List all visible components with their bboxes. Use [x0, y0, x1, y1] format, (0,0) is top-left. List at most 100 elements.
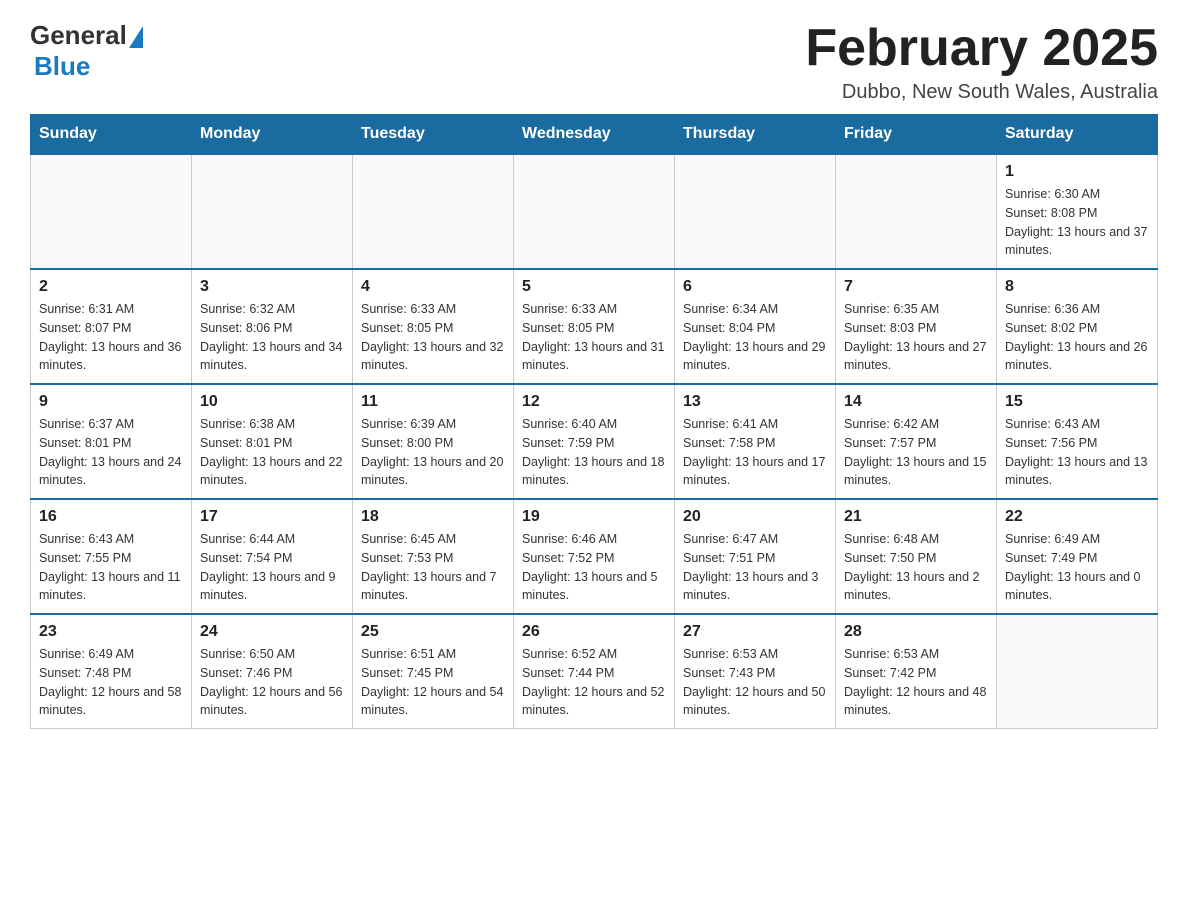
day-number: 12 [522, 393, 666, 411]
calendar-day-cell [836, 154, 997, 269]
day-number: 11 [361, 393, 505, 411]
day-number: 22 [1005, 508, 1149, 526]
calendar-day-cell: 13 Sunrise: 6:41 AMSunset: 7:58 PMDayligh… [675, 384, 836, 499]
day-number: 1 [1005, 163, 1149, 181]
day-info: Sunrise: 6:46 AMSunset: 7:52 PMDaylight:… [522, 530, 666, 605]
day-info: Sunrise: 6:38 AMSunset: 8:01 PMDaylight:… [200, 415, 344, 490]
day-info: Sunrise: 6:48 AMSunset: 7:50 PMDaylight:… [844, 530, 988, 605]
day-number: 5 [522, 278, 666, 296]
day-info: Sunrise: 6:53 AMSunset: 7:43 PMDaylight:… [683, 645, 827, 720]
calendar-day-cell: 2 Sunrise: 6:31 AMSunset: 8:07 PMDaylight… [31, 269, 192, 384]
day-info: Sunrise: 6:33 AMSunset: 8:05 PMDaylight:… [522, 300, 666, 375]
calendar-table: SundayMondayTuesdayWednesdayThursdayFrid… [30, 114, 1158, 729]
calendar-day-cell: 4 Sunrise: 6:33 AMSunset: 8:05 PMDaylight… [353, 269, 514, 384]
day-info: Sunrise: 6:35 AMSunset: 8:03 PMDaylight:… [844, 300, 988, 375]
calendar-day-cell: 1 Sunrise: 6:30 AMSunset: 8:08 PMDaylight… [997, 154, 1158, 269]
day-info: Sunrise: 6:49 AMSunset: 7:49 PMDaylight:… [1005, 530, 1149, 605]
day-number: 4 [361, 278, 505, 296]
day-of-week-header: Tuesday [353, 115, 514, 155]
day-number: 7 [844, 278, 988, 296]
day-info: Sunrise: 6:43 AMSunset: 7:56 PMDaylight:… [1005, 415, 1149, 490]
calendar-day-cell [353, 154, 514, 269]
day-info: Sunrise: 6:37 AMSunset: 8:01 PMDaylight:… [39, 415, 183, 490]
calendar-day-cell: 6 Sunrise: 6:34 AMSunset: 8:04 PMDaylight… [675, 269, 836, 384]
calendar-day-cell: 22 Sunrise: 6:49 AMSunset: 7:49 PMDayligh… [997, 499, 1158, 614]
day-info: Sunrise: 6:45 AMSunset: 7:53 PMDaylight:… [361, 530, 505, 605]
calendar-day-cell: 26 Sunrise: 6:52 AMSunset: 7:44 PMDayligh… [514, 614, 675, 729]
day-info: Sunrise: 6:31 AMSunset: 8:07 PMDaylight:… [39, 300, 183, 375]
logo-triangle-icon [129, 26, 143, 48]
day-info: Sunrise: 6:39 AMSunset: 8:00 PMDaylight:… [361, 415, 505, 490]
logo-blue-text: Blue [34, 51, 90, 82]
day-info: Sunrise: 6:47 AMSunset: 7:51 PMDaylight:… [683, 530, 827, 605]
calendar-day-cell: 24 Sunrise: 6:50 AMSunset: 7:46 PMDayligh… [192, 614, 353, 729]
day-number: 21 [844, 508, 988, 526]
day-info: Sunrise: 6:36 AMSunset: 8:02 PMDaylight:… [1005, 300, 1149, 375]
logo: General Blue [30, 20, 143, 82]
day-info: Sunrise: 6:52 AMSunset: 7:44 PMDaylight:… [522, 645, 666, 720]
calendar-day-cell: 19 Sunrise: 6:46 AMSunset: 7:52 PMDayligh… [514, 499, 675, 614]
calendar-day-cell: 8 Sunrise: 6:36 AMSunset: 8:02 PMDaylight… [997, 269, 1158, 384]
calendar-week-row: 2 Sunrise: 6:31 AMSunset: 8:07 PMDaylight… [31, 269, 1158, 384]
calendar-day-cell: 7 Sunrise: 6:35 AMSunset: 8:03 PMDaylight… [836, 269, 997, 384]
calendar-day-cell: 18 Sunrise: 6:45 AMSunset: 7:53 PMDayligh… [353, 499, 514, 614]
calendar-day-cell: 11 Sunrise: 6:39 AMSunset: 8:00 PMDayligh… [353, 384, 514, 499]
calendar-day-cell [997, 614, 1158, 729]
calendar-day-cell: 21 Sunrise: 6:48 AMSunset: 7:50 PMDayligh… [836, 499, 997, 614]
page-header: General Blue February 2025 Dubbo, New So… [30, 20, 1158, 104]
day-number: 2 [39, 278, 183, 296]
day-info: Sunrise: 6:32 AMSunset: 8:06 PMDaylight:… [200, 300, 344, 375]
day-number: 16 [39, 508, 183, 526]
day-number: 3 [200, 278, 344, 296]
day-number: 24 [200, 623, 344, 641]
calendar-week-row: 23 Sunrise: 6:49 AMSunset: 7:48 PMDayligh… [31, 614, 1158, 729]
calendar-day-cell: 16 Sunrise: 6:43 AMSunset: 7:55 PMDayligh… [31, 499, 192, 614]
calendar-day-cell: 23 Sunrise: 6:49 AMSunset: 7:48 PMDayligh… [31, 614, 192, 729]
day-info: Sunrise: 6:34 AMSunset: 8:04 PMDaylight:… [683, 300, 827, 375]
calendar-day-cell: 20 Sunrise: 6:47 AMSunset: 7:51 PMDayligh… [675, 499, 836, 614]
day-number: 6 [683, 278, 827, 296]
day-number: 13 [683, 393, 827, 411]
calendar-day-cell: 10 Sunrise: 6:38 AMSunset: 8:01 PMDayligh… [192, 384, 353, 499]
calendar-week-row: 16 Sunrise: 6:43 AMSunset: 7:55 PMDayligh… [31, 499, 1158, 614]
day-number: 10 [200, 393, 344, 411]
calendar-day-cell: 27 Sunrise: 6:53 AMSunset: 7:43 PMDayligh… [675, 614, 836, 729]
day-number: 23 [39, 623, 183, 641]
day-info: Sunrise: 6:41 AMSunset: 7:58 PMDaylight:… [683, 415, 827, 490]
calendar-day-cell: 3 Sunrise: 6:32 AMSunset: 8:06 PMDaylight… [192, 269, 353, 384]
day-info: Sunrise: 6:30 AMSunset: 8:08 PMDaylight:… [1005, 185, 1149, 260]
calendar-subtitle: Dubbo, New South Wales, Australia [805, 81, 1158, 104]
day-info: Sunrise: 6:49 AMSunset: 7:48 PMDaylight:… [39, 645, 183, 720]
day-of-week-header: Friday [836, 115, 997, 155]
calendar-week-row: 1 Sunrise: 6:30 AMSunset: 8:08 PMDaylight… [31, 154, 1158, 269]
day-number: 20 [683, 508, 827, 526]
day-number: 15 [1005, 393, 1149, 411]
calendar-day-cell: 9 Sunrise: 6:37 AMSunset: 8:01 PMDaylight… [31, 384, 192, 499]
calendar-day-cell: 15 Sunrise: 6:43 AMSunset: 7:56 PMDayligh… [997, 384, 1158, 499]
calendar-day-cell [514, 154, 675, 269]
day-info: Sunrise: 6:51 AMSunset: 7:45 PMDaylight:… [361, 645, 505, 720]
day-number: 27 [683, 623, 827, 641]
day-number: 9 [39, 393, 183, 411]
day-of-week-header: Monday [192, 115, 353, 155]
day-info: Sunrise: 6:43 AMSunset: 7:55 PMDaylight:… [39, 530, 183, 605]
day-info: Sunrise: 6:33 AMSunset: 8:05 PMDaylight:… [361, 300, 505, 375]
day-number: 26 [522, 623, 666, 641]
day-of-week-header: Wednesday [514, 115, 675, 155]
day-number: 19 [522, 508, 666, 526]
day-number: 25 [361, 623, 505, 641]
day-info: Sunrise: 6:50 AMSunset: 7:46 PMDaylight:… [200, 645, 344, 720]
day-number: 8 [1005, 278, 1149, 296]
day-of-week-header: Sunday [31, 115, 192, 155]
day-number: 18 [361, 508, 505, 526]
title-section: February 2025 Dubbo, New South Wales, Au… [805, 20, 1158, 104]
calendar-day-cell: 12Sunrise: 6:40 AMSunset: 7:59 PMDayligh… [514, 384, 675, 499]
calendar-title: February 2025 [805, 20, 1158, 77]
day-number: 17 [200, 508, 344, 526]
calendar-day-cell [31, 154, 192, 269]
day-info: Sunrise: 6:44 AMSunset: 7:54 PMDaylight:… [200, 530, 344, 605]
calendar-day-cell: 25 Sunrise: 6:51 AMSunset: 7:45 PMDayligh… [353, 614, 514, 729]
calendar-day-cell: 5 Sunrise: 6:33 AMSunset: 8:05 PMDaylight… [514, 269, 675, 384]
day-number: 14 [844, 393, 988, 411]
calendar-day-cell [192, 154, 353, 269]
